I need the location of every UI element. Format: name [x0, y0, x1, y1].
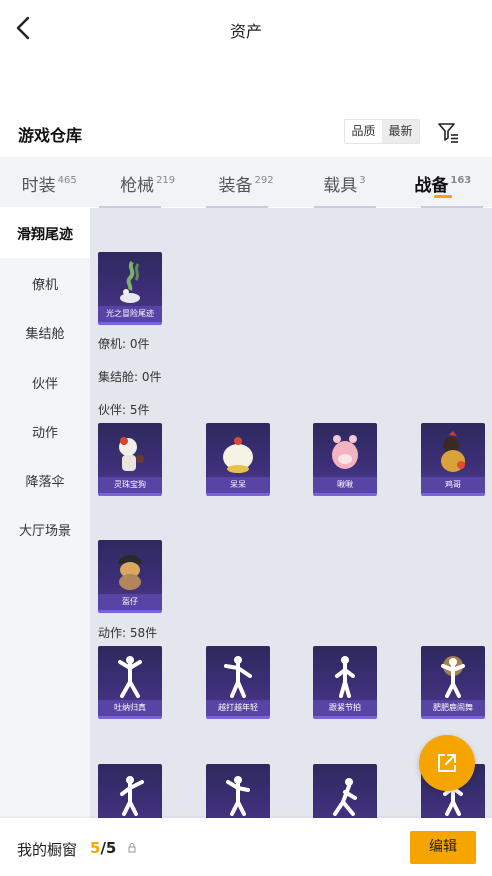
sidebar-item-parachute[interactable]: 降落伞: [0, 471, 90, 490]
partner-rooster-icon: [441, 431, 465, 472]
tab-equipment[interactable]: 装备 292: [197, 157, 295, 207]
item-card[interactable]: 呆呆: [206, 423, 270, 496]
showcase-label: 我的橱窗: [17, 841, 78, 859]
sidebar-item-partner[interactable]: 伙伴: [0, 373, 90, 392]
category-tabs: 时装 465 枪械 219 装备 292 载具 3 战备 163: [0, 157, 492, 207]
sidebar-item-glide-trail[interactable]: 滑翔尾迹: [0, 208, 90, 258]
item-card[interactable]: 啾啾: [313, 423, 377, 496]
item-card[interactable]: 吐纳归真: [98, 646, 162, 719]
lock-icon: [128, 843, 136, 853]
item-card[interactable]: 跟紧节拍: [313, 646, 377, 719]
sidebar-item-action[interactable]: 动作: [0, 422, 90, 441]
tab-guns[interactable]: 枪械 219: [98, 157, 196, 207]
filter-icon[interactable]: [437, 121, 459, 143]
warehouse-title: 游戏仓库: [18, 126, 83, 145]
item-card[interactable]: 鸡哥: [421, 423, 485, 496]
item-card[interactable]: 盔仔: [98, 540, 162, 613]
bottom-bar: 我的橱窗 5/5 编辑: [0, 818, 492, 876]
edit-button[interactable]: 编辑: [410, 831, 476, 864]
partner-count: 伙伴: 5件: [98, 403, 150, 417]
sort-newest-button[interactable]: 最新: [382, 120, 419, 143]
action-pose-icon: [120, 776, 144, 816]
item-card[interactable]: 肥肥鹿闹舞: [421, 646, 485, 719]
action-count: 动作: 58件: [98, 626, 158, 640]
share-icon: [438, 754, 456, 772]
partner-helmet-icon: [118, 555, 142, 590]
item-card[interactable]: [98, 764, 162, 818]
action-pose-icon: [118, 656, 142, 698]
partner-chick-icon: [223, 437, 253, 473]
action-pose-icon: [226, 776, 250, 816]
tab-vehicles[interactable]: 载具 3: [295, 157, 393, 207]
top-bar: 资产: [0, 0, 492, 58]
item-grid: 光之冒险尾迹 僚机: 0件 集结舱: 0件 伙伴: 5件 灵珠宝狗 呆呆 啾啾 …: [90, 208, 492, 818]
page-title: 资产: [229, 22, 262, 41]
sidebar-item-wingman[interactable]: 僚机: [0, 274, 90, 293]
share-button[interactable]: [419, 735, 475, 791]
sort-toggle: 品质 最新: [344, 119, 420, 144]
showcase-count: 5/5: [90, 839, 117, 857]
item-card[interactable]: 越打越年轻: [206, 646, 270, 719]
partner-dog-icon: [119, 437, 144, 471]
wingman-count: 僚机: 0件: [98, 337, 150, 351]
tab-fashion[interactable]: 时装 465: [0, 157, 98, 207]
action-pose-icon: [224, 656, 252, 698]
item-card[interactable]: [313, 764, 377, 818]
tab-readiness[interactable]: 战备 163: [394, 157, 492, 207]
action-pose-icon: [333, 778, 357, 816]
trail-art-icon: [120, 260, 140, 303]
action-pose-icon: [335, 656, 355, 698]
capsule-count: 集结舱: 0件: [98, 370, 162, 384]
sidebar: [0, 208, 90, 818]
item-card[interactable]: [206, 764, 270, 818]
partner-pink-icon: [332, 435, 358, 469]
tab-indicator: [433, 195, 452, 198]
sidebar-item-lobby-scene[interactable]: 大厅场景: [0, 520, 90, 539]
item-card[interactable]: 光之冒险尾迹: [98, 252, 162, 325]
sort-quality-button[interactable]: 品质: [345, 120, 382, 143]
item-card[interactable]: 灵珠宝狗: [98, 423, 162, 496]
action-pose-icon: [441, 656, 465, 698]
sidebar-item-capsule[interactable]: 集结舱: [0, 323, 90, 342]
